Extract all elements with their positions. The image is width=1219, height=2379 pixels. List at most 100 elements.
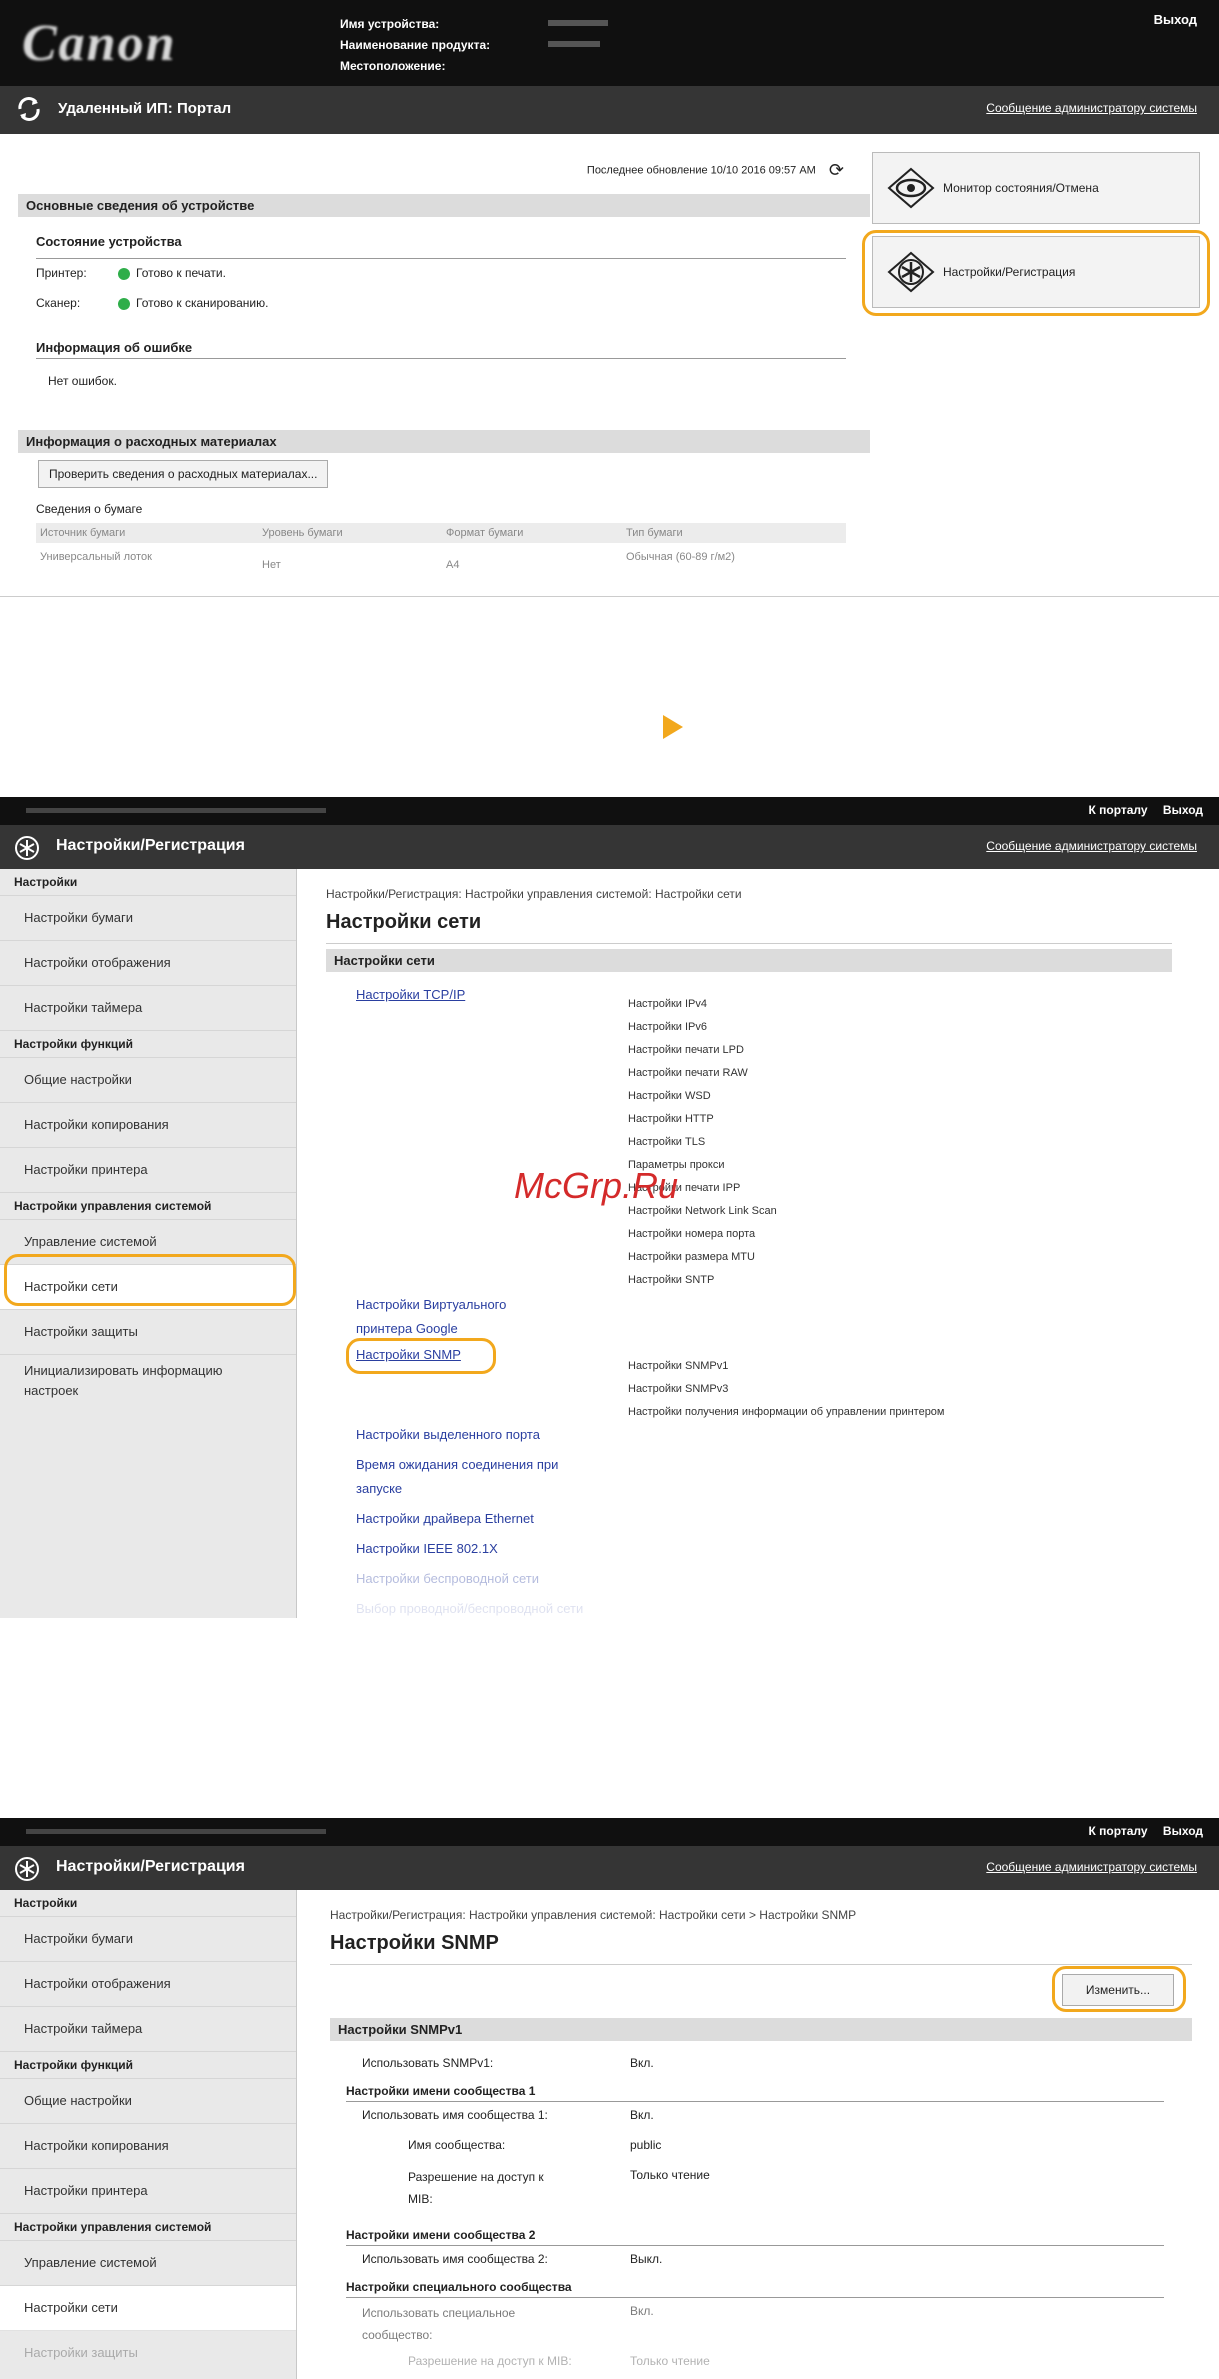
- sidebar-item-printer[interactable]: Настройки принтера: [0, 2168, 296, 2213]
- sidebar-group-settings: Настройки: [14, 1896, 78, 1910]
- sidebar-item-network[interactable]: Настройки сети: [0, 2285, 296, 2330]
- sidebar-item-initialize[interactable]: Инициализировать информацию настроек: [0, 1354, 296, 1406]
- highlight-settings-button: [862, 230, 1210, 316]
- tcpip-item: Настройки HTTP: [628, 1113, 714, 1125]
- logout-link[interactable]: Выход: [1163, 803, 1203, 817]
- sidebar-item-copy[interactable]: Настройки копирования: [0, 1102, 296, 1147]
- top-nav: К порталу Выход: [0, 797, 1219, 825]
- device-name-label: Имя устройства:: [340, 17, 440, 31]
- highlight-edit-button: [1052, 1966, 1186, 2012]
- snmp-item: Настройки получения информации об управл…: [628, 1406, 945, 1418]
- printer-status-dot: [118, 267, 130, 280]
- paper-cell-level: Нет: [262, 559, 281, 571]
- dedicated-port-link[interactable]: Настройки выделенного порта: [356, 1423, 606, 1447]
- logout-link[interactable]: Выход: [1163, 1824, 1203, 1838]
- sidebar-group-system: Настройки управления системой: [0, 1192, 296, 1219]
- wired-wireless-link[interactable]: Выбор проводной/беспроводной сети: [356, 1597, 606, 1618]
- scanner-status-dot: [118, 297, 130, 310]
- screenshot-snmp-settings: К порталу Выход Настройки/Регистрация Со…: [0, 1818, 1219, 2379]
- logout-link[interactable]: Выход: [1154, 12, 1197, 27]
- scanner-status: Готово к сканированию.: [136, 296, 269, 310]
- canon-logo: Canon: [22, 15, 177, 72]
- sidebar-item-system-management[interactable]: Управление системой: [0, 2240, 296, 2285]
- product-name-label: Наименование продукта:: [340, 38, 491, 52]
- scanner-label: Сканер:: [36, 296, 81, 310]
- settings-icon: [14, 835, 40, 864]
- special-mib-value: Только чтение: [630, 2354, 710, 2368]
- check-consumables-button[interactable]: Проверить сведения о расходных материала…: [38, 460, 329, 488]
- tcpip-item: Настройки размера MTU: [628, 1251, 755, 1263]
- portal-title: Удаленный ИП: Портал: [58, 100, 232, 117]
- wireless-link[interactable]: Настройки беспроводной сети: [356, 1567, 606, 1591]
- sidebar-item-security[interactable]: Настройки защиты: [0, 1309, 296, 1354]
- sidebar-item-paper[interactable]: Настройки бумаги: [0, 1916, 296, 1961]
- sidebar-item-display[interactable]: Настройки отображения: [0, 940, 296, 985]
- ethernet-driver-link[interactable]: Настройки драйвера Ethernet: [356, 1507, 606, 1531]
- special-community-title: Настройки специального сообщества: [346, 2280, 572, 2294]
- eye-icon: [887, 167, 935, 212]
- tcpip-item: Настройки печати LPD: [628, 1044, 744, 1056]
- community-name-label: Имя сообщества:: [408, 2138, 506, 2152]
- admin-message-link[interactable]: Сообщение администратору системы: [986, 839, 1197, 853]
- tcpip-item: Настройки TLS: [628, 1136, 706, 1148]
- paper-col-level: Уровень бумаги: [262, 527, 343, 539]
- sidebar-group-settings: Настройки: [14, 875, 78, 889]
- tcpip-item: Настройки IPv6: [628, 1021, 708, 1033]
- location-label: Местоположение:: [340, 59, 446, 73]
- basic-info-header: Основные сведения об устройстве: [18, 194, 870, 217]
- to-portal-link[interactable]: К порталу: [1088, 803, 1147, 817]
- use-community1-value: Вкл.: [630, 2108, 654, 2122]
- sidebar-item-paper[interactable]: Настройки бумаги: [0, 895, 296, 940]
- page-title: Настройки SNMP: [330, 1932, 499, 1954]
- community1-title: Настройки имени сообщества 1: [346, 2084, 536, 2098]
- paper-table: Источник бумаги Уровень бумаги Формат бу…: [36, 523, 846, 577]
- sidebar-item-general[interactable]: Общие настройки: [0, 2078, 296, 2123]
- sidebar-item-general[interactable]: Общие настройки: [0, 1057, 296, 1102]
- printer-status: Готово к печати.: [136, 266, 226, 280]
- sidebar-item-copy[interactable]: Настройки копирования: [0, 2123, 296, 2168]
- title-bar: Настройки/Регистрация Сообщение админист…: [0, 1846, 1219, 1890]
- page-title: Настройки сети: [326, 911, 482, 933]
- use-snmpv1-label: Использовать SNMPv1:: [362, 2056, 494, 2070]
- sidebar-item-timer[interactable]: Настройки таймера: [0, 2006, 296, 2051]
- paper-col-size: Формат бумаги: [446, 527, 524, 539]
- admin-message-link[interactable]: Сообщение администратору системы: [986, 101, 1197, 115]
- error-info-title: Информация об ошибке: [36, 340, 193, 355]
- admin-message-link[interactable]: Сообщение администратору системы: [986, 1860, 1197, 1874]
- tcpip-settings-link[interactable]: Настройки TCP/IP: [356, 987, 465, 1002]
- sidebar-item-display[interactable]: Настройки отображения: [0, 1961, 296, 2006]
- sidebar: Настройки Настройки бумаги Настройки ото…: [0, 869, 297, 1618]
- settings-icon: [14, 1856, 40, 1885]
- snmp-items: Настройки SNMPv1 Настройки SNMPv3 Настро…: [628, 1355, 945, 1424]
- use-snmpv1-value: Вкл.: [630, 2056, 654, 2070]
- highlight-network-item: [4, 1254, 296, 1306]
- portal-icon: [16, 96, 42, 125]
- snmpv1-header: Настройки SNMPv1: [330, 2018, 1192, 2041]
- sidebar-item-printer[interactable]: Настройки принтера: [0, 1147, 296, 1192]
- device-header: Canon Имя устройства: Наименование проду…: [0, 0, 1219, 86]
- sidebar: Настройки Настройки бумаги Настройки ото…: [0, 1890, 297, 2379]
- sidebar-item-security[interactable]: Настройки защиты: [0, 2330, 296, 2375]
- title-bar: Настройки/Регистрация Сообщение админист…: [0, 825, 1219, 869]
- tcpip-item: Настройки IPv4: [628, 998, 708, 1010]
- status-monitor-button[interactable]: Монитор состояния/Отмена: [872, 152, 1200, 224]
- sidebar-group-functions: Настройки функций: [0, 2051, 296, 2078]
- startup-wait-link[interactable]: Время ожидания соединения при запуске: [356, 1453, 606, 1501]
- to-portal-link[interactable]: К порталу: [1088, 1824, 1147, 1838]
- community-name-value: public: [630, 2138, 662, 2152]
- portal-title-bar: Удаленный ИП: Портал Сообщение администр…: [0, 86, 1219, 134]
- tcpip-item: Настройки SNTP: [628, 1274, 715, 1286]
- top-nav: К порталу Выход: [0, 1818, 1219, 1846]
- snmp-item: Настройки SNMPv1: [628, 1360, 729, 1372]
- sidebar-item-timer[interactable]: Настройки таймера: [0, 985, 296, 1030]
- page-header-title: Настройки/Регистрация: [56, 837, 245, 854]
- ieee-8021x-link[interactable]: Настройки IEEE 802.1X: [356, 1537, 606, 1561]
- device-status-title: Состояние устройства: [36, 234, 182, 249]
- refresh-icon[interactable]: ⟳: [829, 160, 844, 181]
- use-community1-label: Использовать имя сообщества 1:: [362, 2108, 548, 2122]
- status-monitor-label: Монитор состояния/Отмена: [943, 181, 1099, 195]
- google-virtual-printer-link[interactable]: Настройки Виртуального принтера Google: [356, 1293, 556, 1341]
- snmp-item: Настройки SNMPv3: [628, 1383, 729, 1395]
- printer-label: Принтер:: [36, 266, 87, 280]
- screenshot-portal: Canon Имя устройства: Наименование проду…: [0, 0, 1219, 600]
